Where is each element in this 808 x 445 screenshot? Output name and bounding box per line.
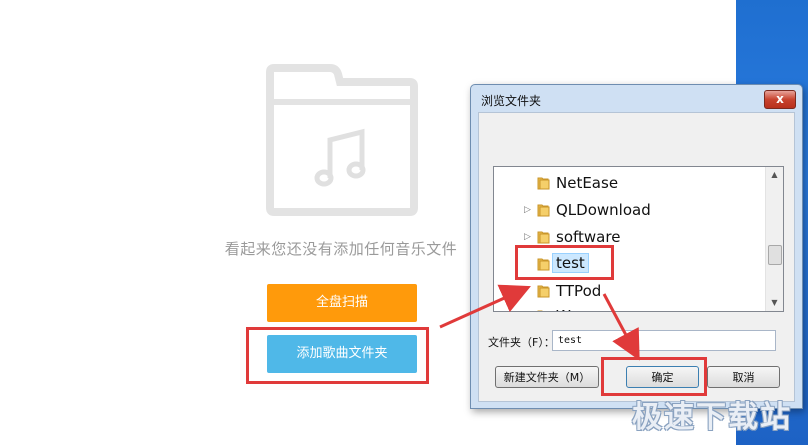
tree-item-qldownload[interactable]: ▷ QLDownload [494,198,764,224]
tree-item-label: TTPod [556,282,602,300]
tree-scrollbar[interactable]: ▲ ▼ [765,167,783,311]
tree-item-ttpod[interactable]: TTPod [494,279,764,305]
folder-field-label: 文件夹（F）： [488,336,555,349]
tree-item-netease[interactable]: NetEase [494,171,764,197]
cancel-button[interactable]: 取消 [707,366,780,388]
tree-item-label: QLDownload [556,201,651,219]
empty-message: 看起来您还没有添加任何音乐文件 [224,240,458,258]
expand-arrow-icon[interactable]: ▷ [524,205,532,215]
close-button[interactable]: x [764,90,796,109]
folder-icon [537,204,550,217]
highlight-box-ok [601,357,707,396]
folder-icon [537,231,550,244]
tree-item-we[interactable]: We [494,304,764,311]
tree-item-label: We [556,307,579,311]
highlight-box-add-folder [246,327,429,384]
tree-item-label: software [556,228,621,246]
tree-item-label: NetEase [556,174,619,192]
scroll-thumb[interactable] [768,245,782,265]
scroll-down-icon[interactable]: ▼ [766,295,783,311]
dialog-title: 浏览文件夹 [481,94,542,108]
folder-path-input[interactable]: test [552,330,776,351]
new-folder-button[interactable]: 新建文件夹（M） [495,366,599,388]
expand-arrow-icon[interactable]: ▷ [524,232,532,242]
music-folder-icon [266,64,418,216]
highlight-box-test [515,245,614,280]
folder-tree-list: NetEase ▷ QLDownload ▷ software test TTP… [493,166,784,312]
folder-icon [537,177,550,190]
close-icon: x [776,92,784,106]
scroll-up-icon[interactable]: ▲ [766,167,783,183]
folder-icon [537,310,543,311]
watermark: 极速下载站 [632,400,792,435]
folder-icon [537,285,550,298]
full-scan-button[interactable]: 全盘扫描 [267,284,417,322]
